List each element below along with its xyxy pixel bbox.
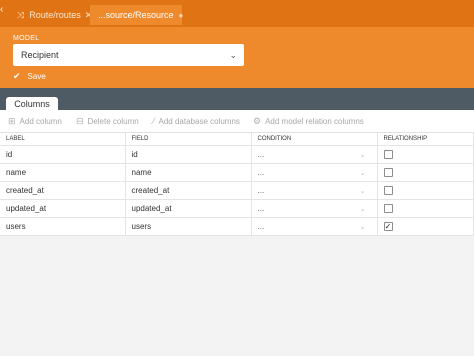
table-row[interactable]: created_at created_at... ⌄ [0, 181, 474, 200]
relationship-checkbox[interactable] [383, 167, 393, 177]
add-column-button[interactable]: ⊞ Add column [8, 116, 62, 127]
chevron-down-icon: ⌄ [359, 205, 366, 213]
relationship-checkbox[interactable] [383, 185, 393, 195]
relationship-checkbox[interactable] [383, 149, 393, 159]
cell-label[interactable]: updated_at [0, 199, 126, 218]
table-row[interactable]: users users... ⌄ ✓ [0, 217, 474, 236]
header-relationship: RELATIONSHIP [377, 133, 474, 146]
tab-route-routes[interactable]: ⤨ Route/routes ✕ [14, 5, 92, 25]
chevron-down-icon: ⌄ [359, 169, 366, 177]
save-label: Save [27, 72, 46, 81]
unsaved-dot-icon[interactable]: ● [179, 11, 184, 20]
add-database-columns-label: Add database columns [158, 116, 240, 126]
condition-value: ... [257, 185, 265, 195]
cell-condition[interactable]: ... ⌄ [251, 199, 378, 218]
cell-condition[interactable]: ... ⌄ [251, 217, 378, 236]
gear-icon: ⚙ [253, 116, 262, 126]
cell-label[interactable]: name [0, 163, 126, 182]
columns-table: LABEL FIELD CONDITION RELATIONSHIP id id.… [0, 133, 474, 236]
cell-condition[interactable]: ... ⌄ [251, 163, 378, 182]
cell-label[interactable]: users [0, 217, 126, 236]
cell-field[interactable]: name [125, 163, 252, 182]
cell-field[interactable]: created_at [125, 181, 252, 200]
add-column-icon: ⊞ [8, 116, 16, 126]
header-field: FIELD [125, 133, 252, 146]
table-row[interactable]: id id... ⌄ [0, 145, 474, 164]
delete-column-button[interactable]: ⊟ Delete column [76, 116, 139, 127]
columns-toolbar: ⊞ Add column ⊟ Delete column ⁄ Add datab… [0, 110, 474, 132]
delete-column-label: Delete column [87, 117, 139, 126]
add-database-columns-button[interactable]: ⁄ Add database columns [153, 116, 240, 126]
table-row[interactable]: updated_at updated_at... ⌄ [0, 199, 474, 218]
add-model-relation-columns-button[interactable]: ⚙ Add model relation columns [253, 116, 364, 127]
tab-label: ...source/Resource [98, 10, 174, 20]
cell-condition[interactable]: ... ⌄ [251, 181, 378, 200]
relationship-checkbox[interactable]: ✓ [383, 221, 393, 231]
chevron-down-icon: ⌄ [359, 187, 366, 195]
delete-column-icon: ⊟ [76, 116, 84, 126]
cell-relationship [377, 163, 474, 182]
cell-field[interactable]: users [125, 217, 252, 236]
tab-resource[interactable]: ...source/Resource ● [90, 5, 184, 25]
cell-field[interactable]: id [125, 145, 252, 164]
columns-grid: LABEL FIELD CONDITION RELATIONSHIP id id.… [0, 132, 474, 356]
model-select[interactable]: Recipient ⌄ [13, 44, 244, 66]
panel-tab-bar [0, 88, 474, 110]
cell-relationship: ✓ [377, 217, 474, 236]
add-column-label: Add column [19, 117, 62, 126]
tab-bar: ‹ ⤨ Route/routes ✕ ...source/Resource ● [0, 0, 474, 27]
tab-label: Route/routes [29, 10, 81, 20]
condition-value: ... [257, 203, 265, 213]
table-row[interactable]: name name... ⌄ [0, 163, 474, 182]
chevron-left-icon[interactable]: ‹ [0, 4, 10, 18]
save-button[interactable]: ✔ Save [13, 71, 46, 82]
cell-label[interactable]: id [0, 145, 126, 164]
add-model-relation-columns-label: Add model relation columns [265, 117, 364, 126]
tab-columns[interactable]: Columns [6, 97, 58, 110]
header-condition: CONDITION [251, 133, 378, 146]
chevron-down-icon: ⌄ [359, 151, 366, 159]
cell-label[interactable]: created_at [0, 181, 126, 200]
cell-relationship [377, 181, 474, 200]
model-header: MODEL Recipient ⌄ ✔ Save [0, 27, 474, 88]
magic-wand-icon: ⁄ [153, 116, 155, 126]
model-select-value: Recipient [21, 50, 59, 60]
shuffle-icon: ⤨ [17, 9, 25, 20]
cell-relationship [377, 199, 474, 218]
table-header-row: LABEL FIELD CONDITION RELATIONSHIP [0, 133, 474, 146]
condition-value: ... [257, 221, 265, 231]
cell-condition[interactable]: ... ⌄ [251, 145, 378, 164]
header-label: LABEL [0, 133, 126, 146]
cell-relationship [377, 145, 474, 164]
chevron-down-icon: ⌄ [229, 50, 237, 60]
condition-value: ... [257, 167, 265, 177]
chevron-down-icon: ⌄ [359, 223, 366, 231]
condition-value: ... [257, 149, 265, 159]
model-label: MODEL [13, 35, 40, 42]
cell-field[interactable]: updated_at [125, 199, 252, 218]
check-icon: ✔ [13, 71, 21, 81]
relationship-checkbox[interactable] [383, 203, 393, 213]
